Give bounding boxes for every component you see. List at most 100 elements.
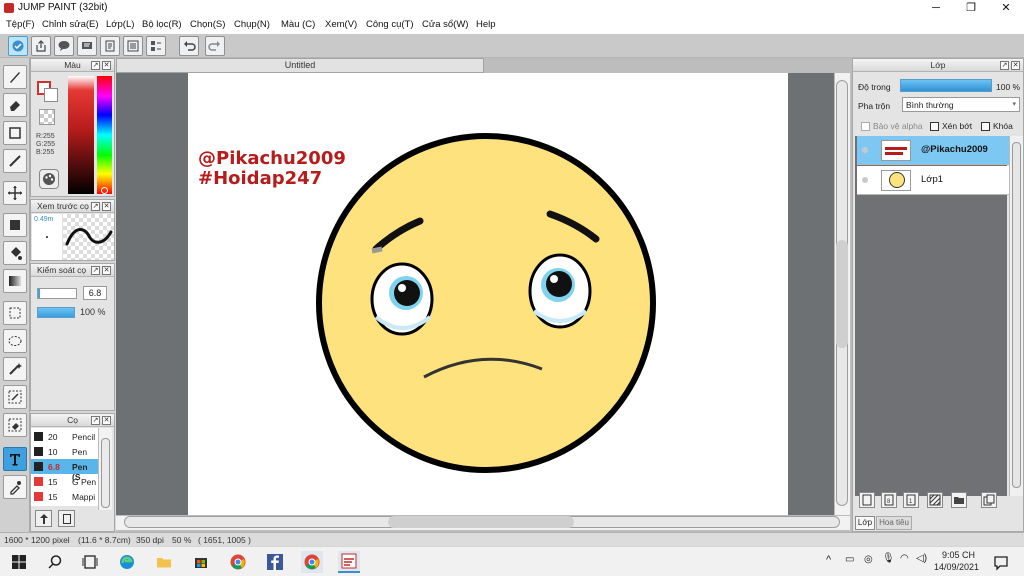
store-taskbar-button[interactable]: [190, 551, 212, 573]
task-view-button[interactable]: [79, 551, 101, 573]
brush-opacity-slider[interactable]: [37, 307, 75, 318]
tool-select-rect[interactable]: [3, 301, 27, 325]
brush-item[interactable]: 15 G Pen: [31, 474, 98, 489]
chrome-taskbar-button[interactable]: [227, 551, 249, 573]
new-layer-button[interactable]: [859, 492, 875, 508]
layer-list-scroll-thumb[interactable]: [1012, 142, 1021, 488]
panel-close-icon[interactable]: ✕: [102, 202, 111, 211]
undo-button[interactable]: [179, 36, 199, 56]
duplicate-layer-button[interactable]: [981, 492, 997, 508]
wifi-icon[interactable]: ◠: [900, 553, 909, 564]
grid-button[interactable]: [146, 36, 166, 56]
clock-time[interactable]: 9:05 CH: [942, 550, 975, 560]
menu-view[interactable]: Xem(V): [325, 19, 357, 30]
redo-button[interactable]: [205, 36, 225, 56]
tool-gradient[interactable]: [3, 269, 27, 293]
new-layer-8bit-button[interactable]: 8: [881, 492, 897, 508]
panel-close-icon[interactable]: ✕: [1011, 61, 1020, 70]
document-button[interactable]: [100, 36, 120, 56]
hue-picker-handle[interactable]: [101, 187, 108, 194]
new-layer-1bit-button[interactable]: 1: [903, 492, 919, 508]
brush-item[interactable]: 20 Pencil: [31, 429, 98, 444]
microphone-icon[interactable]: 🎙: [882, 553, 895, 564]
panel-popout-icon[interactable]: ↗: [91, 416, 100, 425]
chrome-active-taskbar-button[interactable]: [301, 551, 323, 573]
tool-select-ellipse[interactable]: [3, 329, 27, 353]
menu-color[interactable]: Màu (C): [281, 19, 315, 30]
share-button[interactable]: [31, 36, 51, 56]
brush-item-selected[interactable]: 6.8 Pen (S: [31, 459, 98, 482]
protect-alpha-checkbox[interactable]: Bảo vệ alpha: [861, 121, 923, 132]
vertical-scroll-handle[interactable]: [836, 240, 848, 348]
battery-icon[interactable]: ▭: [845, 554, 854, 565]
explorer-taskbar-button[interactable]: [153, 551, 175, 573]
layer-visibility-icon[interactable]: [862, 177, 868, 183]
brush-list-scrollbar[interactable]: [98, 428, 112, 510]
lock-checkbox[interactable]: Khóa: [981, 121, 1013, 132]
blend-mode-select[interactable]: Bình thường ▾: [902, 97, 1020, 112]
panel-popout-icon[interactable]: ↗: [91, 61, 100, 70]
layer-row[interactable]: @Pikachu2009: [857, 136, 1009, 165]
facebook-taskbar-button[interactable]: [264, 551, 286, 573]
search-button[interactable]: [44, 551, 66, 573]
layer-visibility-icon[interactable]: [862, 147, 868, 153]
brush-size-input[interactable]: 6.8: [83, 286, 107, 300]
tool-eraser[interactable]: [3, 93, 27, 117]
layer-list-scrollbar[interactable]: [1009, 136, 1023, 496]
saturation-bar[interactable]: [68, 76, 94, 194]
halftone-layer-button[interactable]: [927, 492, 943, 508]
menu-filter[interactable]: Bộ lọc(R): [142, 19, 182, 30]
panel-close-icon[interactable]: ✕: [102, 416, 111, 425]
panel-popout-icon[interactable]: ↗: [91, 202, 100, 211]
menu-select[interactable]: Chọn(S): [190, 19, 225, 30]
menu-file[interactable]: Tệp(F): [6, 19, 35, 30]
menu-help[interactable]: Help: [476, 19, 496, 30]
clock-date[interactable]: 14/09/2021: [934, 562, 979, 572]
folder-button[interactable]: [951, 492, 967, 508]
drawing-canvas[interactable]: @Pikachu2009 #Hoidap247: [188, 73, 788, 515]
list-button[interactable]: [123, 36, 143, 56]
tool-select-pen[interactable]: [3, 385, 27, 409]
clip-checkbox[interactable]: Xén bớt: [930, 121, 972, 132]
menu-layer[interactable]: Lớp(L): [106, 19, 134, 30]
panel-close-icon[interactable]: ✕: [102, 266, 111, 275]
minimize-button[interactable]: ─: [920, 0, 952, 16]
layer-opacity-slider[interactable]: [900, 79, 992, 92]
tab-navigator[interactable]: Hoa tiêu: [876, 516, 912, 530]
cloud-sync-button[interactable]: [8, 36, 28, 56]
tool-magic-wand[interactable]: [3, 357, 27, 381]
message-button[interactable]: [77, 36, 97, 56]
brush-item[interactable]: 10 Pen: [31, 444, 98, 459]
tab-layers[interactable]: Lớp: [855, 516, 875, 530]
tool-rect[interactable]: [3, 121, 27, 145]
chevron-up-icon[interactable]: ^: [826, 554, 831, 566]
menu-window[interactable]: Cửa sổ(W): [422, 19, 468, 30]
brush-list-scroll-thumb[interactable]: [101, 438, 110, 508]
panel-popout-icon[interactable]: ↗: [1000, 61, 1009, 70]
panel-close-icon[interactable]: ✕: [102, 61, 111, 70]
jump-paint-taskbar-button[interactable]: [338, 551, 360, 573]
background-color-swatch[interactable]: [44, 88, 58, 102]
new-brush-button[interactable]: [58, 510, 75, 527]
hue-bar[interactable]: [97, 76, 112, 194]
maximize-button[interactable]: ❐: [955, 0, 987, 16]
brush-item[interactable]: 15 Mappi: [31, 489, 98, 504]
tool-eyedropper[interactable]: [3, 475, 27, 499]
network-icon[interactable]: ◎: [864, 554, 873, 565]
tool-brush[interactable]: [3, 65, 27, 89]
document-tab[interactable]: Untitled: [116, 58, 484, 73]
horizontal-scroll-handle[interactable]: [388, 516, 574, 528]
layer-row[interactable]: Lớp1: [857, 166, 1009, 195]
tool-line[interactable]: [3, 149, 27, 173]
notification-button[interactable]: [990, 551, 1012, 573]
start-button[interactable]: [8, 551, 30, 573]
panel-popout-icon[interactable]: ↗: [91, 266, 100, 275]
volume-icon[interactable]: ◁): [916, 553, 927, 564]
brush-size-slider[interactable]: [37, 288, 77, 299]
menu-edit[interactable]: Chỉnh sửa(E): [42, 19, 99, 30]
transparent-swatch[interactable]: [39, 109, 55, 125]
edge-taskbar-button[interactable]: [116, 551, 138, 573]
tool-move[interactable]: [3, 181, 27, 205]
tool-bucket[interactable]: [3, 241, 27, 265]
comment-button[interactable]: [54, 36, 74, 56]
